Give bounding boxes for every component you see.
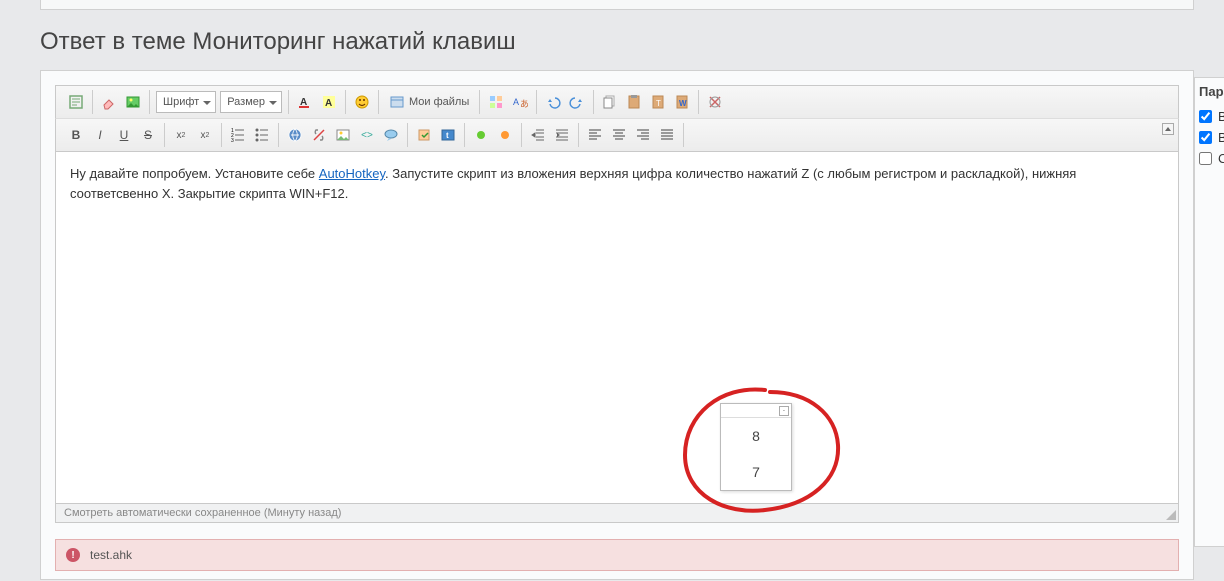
paste-text-button[interactable]: T: [647, 91, 669, 113]
strike-button[interactable]: S: [137, 124, 159, 146]
font-size-select[interactable]: Размер: [220, 91, 282, 113]
source-button[interactable]: [65, 91, 87, 113]
resize-grip[interactable]: [1164, 508, 1176, 520]
svg-text:A: A: [513, 97, 519, 107]
side-panel-title: Пара: [1199, 84, 1220, 99]
remove-format-button[interactable]: [704, 91, 726, 113]
eraser-button[interactable]: [98, 91, 120, 113]
side-checkbox-3[interactable]: [1199, 152, 1212, 165]
bg-color-button[interactable]: A: [318, 91, 340, 113]
underline-button[interactable]: U: [113, 124, 135, 146]
translate-button[interactable]: Aあ: [509, 91, 531, 113]
image-button[interactable]: [122, 91, 144, 113]
align-center-button[interactable]: [608, 124, 630, 146]
circle-green-icon[interactable]: [470, 124, 492, 146]
editor-toolbar-row1: Шрифт Размер A A Мои файлы: [55, 85, 1179, 118]
link-button[interactable]: [284, 124, 306, 146]
editor-status-bar: Смотреть автоматически сохраненное (Мину…: [55, 504, 1179, 523]
page-title: Ответ в теме Мониторинг нажатий клавиш: [40, 28, 1224, 56]
my-files-button[interactable]: Мои файлы: [383, 91, 475, 113]
copy-button[interactable]: [599, 91, 621, 113]
counter-value-z: 8: [721, 418, 791, 454]
quote-button[interactable]: [380, 124, 402, 146]
editor-content[interactable]: Ну давайте попробуем. Установите себе Au…: [55, 152, 1179, 504]
counter-value-x: 7: [721, 454, 791, 490]
previous-panel-strip: [40, 0, 1194, 10]
undo-button[interactable]: [542, 91, 564, 113]
redo-button[interactable]: [566, 91, 588, 113]
align-right-button[interactable]: [632, 124, 654, 146]
align-left-button[interactable]: [584, 124, 606, 146]
editor-text: Ну давайте попробуем. Установите себе: [70, 166, 319, 181]
svg-text:W: W: [679, 99, 687, 108]
svg-text:あ: あ: [520, 99, 528, 109]
emoji-button[interactable]: [351, 91, 373, 113]
unlink-button[interactable]: [308, 124, 330, 146]
attachment-error-icon: !: [66, 548, 80, 562]
side-checkbox-2[interactable]: [1199, 131, 1212, 144]
media-button[interactable]: t: [437, 124, 459, 146]
insert-image-button[interactable]: [332, 124, 354, 146]
bullet-list-button[interactable]: [251, 124, 273, 146]
attach-button[interactable]: [413, 124, 435, 146]
font-family-select[interactable]: Шрифт: [156, 91, 216, 113]
text-color-button[interactable]: A: [294, 91, 316, 113]
align-justify-button[interactable]: [656, 124, 678, 146]
popup-titlebar[interactable]: ·: [721, 404, 791, 418]
bold-button[interactable]: B: [65, 124, 87, 146]
numbered-list-button[interactable]: 123: [227, 124, 249, 146]
indent-button[interactable]: [551, 124, 573, 146]
italic-button[interactable]: I: [89, 124, 111, 146]
special-char-button[interactable]: [485, 91, 507, 113]
svg-text:T: T: [656, 99, 661, 108]
circle-orange-icon[interactable]: [494, 124, 516, 146]
editor-panel: Шрифт Размер A A Мои файлы: [40, 70, 1194, 580]
paste-word-button[interactable]: W: [671, 91, 693, 113]
code-button[interactable]: <>: [356, 124, 378, 146]
popup-close-icon[interactable]: ·: [779, 406, 789, 416]
svg-text:A: A: [325, 98, 332, 109]
svg-text:t: t: [446, 131, 449, 140]
side-checkbox-1[interactable]: [1199, 110, 1212, 123]
subscript-button[interactable]: x2: [170, 124, 192, 146]
outdent-button[interactable]: [527, 124, 549, 146]
superscript-button[interactable]: x2: [194, 124, 216, 146]
options-side-panel: Пара В В С: [1194, 77, 1224, 547]
collapse-toolbar-button[interactable]: [1162, 123, 1174, 135]
attachment-filename[interactable]: test.ahk: [90, 548, 132, 562]
editor-toolbar-row2: B I U S x2 x2 123 <>: [55, 118, 1179, 152]
autohotkey-link[interactable]: AutoHotkey: [319, 166, 385, 181]
attachment-bar: ! test.ahk: [55, 539, 1179, 571]
autosave-link[interactable]: Смотреть автоматически сохраненное (Мину…: [64, 507, 341, 519]
counter-popup-window[interactable]: · 8 7: [720, 403, 792, 491]
paste-button[interactable]: [623, 91, 645, 113]
svg-text:3: 3: [231, 138, 234, 143]
